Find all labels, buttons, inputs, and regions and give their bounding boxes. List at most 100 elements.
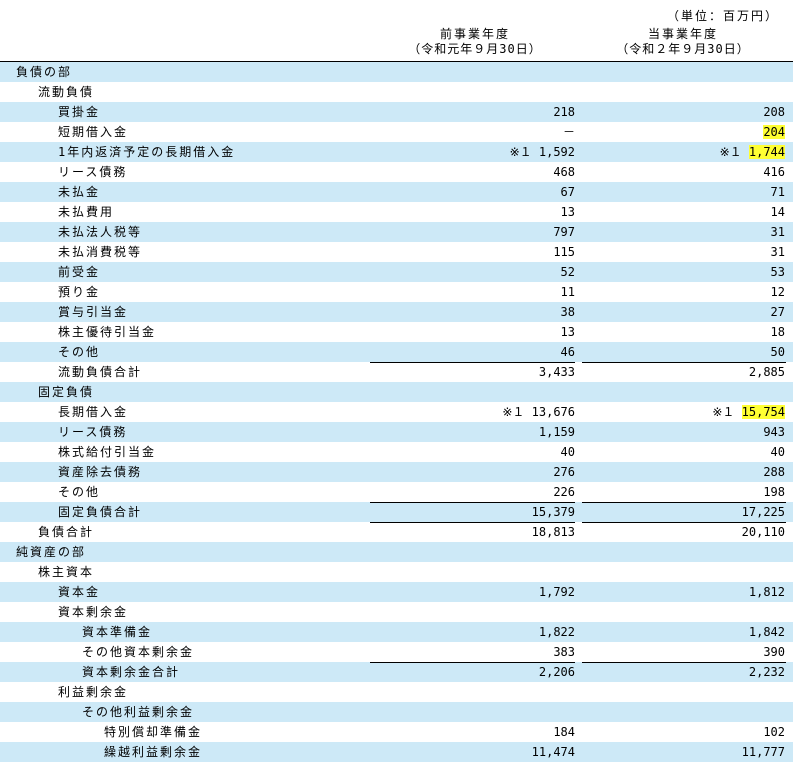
table-row: 未払消費税等 115 31 xyxy=(0,242,793,262)
table-row: その他利益剰余金 xyxy=(0,702,793,722)
prev-year-value: 3,433 xyxy=(538,365,575,379)
curr-year-value: ※１ 15,754 xyxy=(712,402,785,422)
table-row: 負債の部 xyxy=(0,62,793,82)
prev-year-value: 52 xyxy=(560,265,575,279)
curr-year-value: 20,110 xyxy=(741,525,785,539)
curr-year-value: 40 xyxy=(770,445,785,459)
curr-year-label: 当事業年度 xyxy=(647,27,718,41)
note-ref: ※１ xyxy=(719,145,749,159)
row-label: 賞与引当金 xyxy=(58,305,129,319)
row-label: 資本剰余金合計 xyxy=(82,665,181,679)
curr-year-value: 1,842 xyxy=(748,625,785,639)
curr-year-value: 102 xyxy=(763,725,785,739)
table-row: 買掛金 218 208 xyxy=(0,102,793,122)
table-row: 利益剰余金 xyxy=(0,682,793,702)
curr-year-value: 18 xyxy=(770,325,785,339)
curr-year-value: 943 xyxy=(763,425,785,439)
curr-year-value: 31 xyxy=(770,225,785,239)
table-row: 未払費用 13 14 xyxy=(0,202,793,222)
table-row: 賞与引当金 38 27 xyxy=(0,302,793,322)
curr-year-value: 2,232 xyxy=(748,665,785,679)
prev-year-value: 383 xyxy=(553,645,575,659)
row-label: 資本準備金 xyxy=(82,625,153,639)
prev-year-value: 46 xyxy=(560,345,575,359)
table-row: 資産除去債務 276 288 xyxy=(0,462,793,482)
row-label: 1年内返済予定の長期借入金 xyxy=(58,145,236,159)
prev-year-value: 226 xyxy=(553,485,575,499)
prev-year-value: 184 xyxy=(553,725,575,739)
table-row: 資本剰余金合計 2,206 2,232 xyxy=(0,662,793,682)
row-label: リース債務 xyxy=(58,165,128,179)
prev-year-value: 11 xyxy=(560,285,575,299)
prev-year-value: 11,474 xyxy=(531,745,575,759)
table-row: 株主優待引当金 13 18 xyxy=(0,322,793,342)
table-row: 前受金 52 53 xyxy=(0,262,793,282)
row-label: 買掛金 xyxy=(58,105,101,119)
curr-year-value: 17,225 xyxy=(741,505,785,519)
prev-year-value: 38 xyxy=(560,305,575,319)
row-label: 流動負債合計 xyxy=(58,365,143,379)
table-row: 資本金 1,792 1,812 xyxy=(0,582,793,602)
prev-year-value: ※１ 13,676 xyxy=(502,405,575,419)
curr-year-value: 53 xyxy=(770,265,785,279)
row-label: 資本剰余金 xyxy=(58,605,129,619)
prev-year-value: 276 xyxy=(553,465,575,479)
balance-sheet-table: 負債の部 流動負債 買掛金 218 208 短期借入金 － 204 1年内返済予定の長期借入金 ※… xyxy=(0,62,793,762)
row-label: その他 xyxy=(58,485,101,499)
curr-year-value: 11,777 xyxy=(741,745,785,759)
table-row: 固定負債 xyxy=(0,382,793,402)
prev-year-value: 1,159 xyxy=(538,425,575,439)
prev-year-value: 13 xyxy=(560,205,575,219)
prev-year-value: 218 xyxy=(553,105,575,119)
prev-year-value: ※１ 1,592 xyxy=(509,145,575,159)
row-label: 未払費用 xyxy=(58,205,115,219)
table-row: 資本準備金 1,822 1,842 xyxy=(0,622,793,642)
row-label: その他 xyxy=(58,345,101,359)
curr-year-value: 288 xyxy=(763,465,785,479)
row-label: 流動負債 xyxy=(38,85,95,99)
row-label: リース債務 xyxy=(58,425,128,439)
curr-year-value: 14 xyxy=(770,205,785,219)
curr-year-value: 27 xyxy=(770,305,785,319)
row-label: その他資本剰余金 xyxy=(82,645,195,659)
row-label: 株式給付引当金 xyxy=(58,445,157,459)
curr-year-value: 204 xyxy=(763,122,785,142)
table-row: 流動負債 xyxy=(0,82,793,102)
table-row: 株式給付引当金 40 40 xyxy=(0,442,793,462)
prev-year-value: 115 xyxy=(553,245,575,259)
curr-year-value: 1,812 xyxy=(748,585,785,599)
curr-year-value: 198 xyxy=(763,485,785,499)
prev-year-value: 13 xyxy=(560,325,575,339)
row-label: 株主資本 xyxy=(38,565,95,579)
prev-year-value: 1,792 xyxy=(538,585,575,599)
row-label: 未払消費税等 xyxy=(58,245,143,259)
highlighted-value: 204 xyxy=(763,125,785,139)
table-row: 株主資本 xyxy=(0,562,793,582)
table-row: その他 226 198 xyxy=(0,482,793,502)
prev-year-date: （令和元年９月30日） xyxy=(408,42,542,56)
table-row: 未払金 67 71 xyxy=(0,182,793,202)
row-label: 未払法人税等 xyxy=(58,225,143,239)
curr-year-value: 208 xyxy=(763,105,785,119)
row-label: 負債の部 xyxy=(16,65,73,79)
curr-year-value: ※１ 1,744 xyxy=(720,142,785,162)
row-label: 短期借入金 xyxy=(58,125,129,139)
curr-year-value: 71 xyxy=(770,185,785,199)
prev-year-value: 15,379 xyxy=(531,505,575,519)
row-label: 資産除去債務 xyxy=(58,465,143,479)
row-label: 負債合計 xyxy=(38,525,95,539)
table-row: 純資産の部 xyxy=(0,542,793,562)
row-label: 資本金 xyxy=(58,585,101,599)
table-row: 固定負債合計 15,379 17,225 xyxy=(0,502,793,522)
row-label: 特別償却準備金 xyxy=(104,725,203,739)
curr-year-value: 416 xyxy=(763,165,785,179)
row-label: 固定負債 xyxy=(38,385,95,399)
unit-label: （単位：百万円） xyxy=(666,9,779,23)
table-row: 未払法人税等 797 31 xyxy=(0,222,793,242)
prev-year-header: 前事業年度 （令和元年９月30日） xyxy=(390,27,560,57)
curr-year-date: （令和２年９月30日） xyxy=(616,42,750,56)
table-row: 1年内返済予定の長期借入金 ※１ 1,592 ※１ 1,744 xyxy=(0,142,793,162)
table-row: 流動負債合計 3,433 2,885 xyxy=(0,362,793,382)
prev-year-value: 18,813 xyxy=(531,525,575,539)
table-row: 預り金 11 12 xyxy=(0,282,793,302)
